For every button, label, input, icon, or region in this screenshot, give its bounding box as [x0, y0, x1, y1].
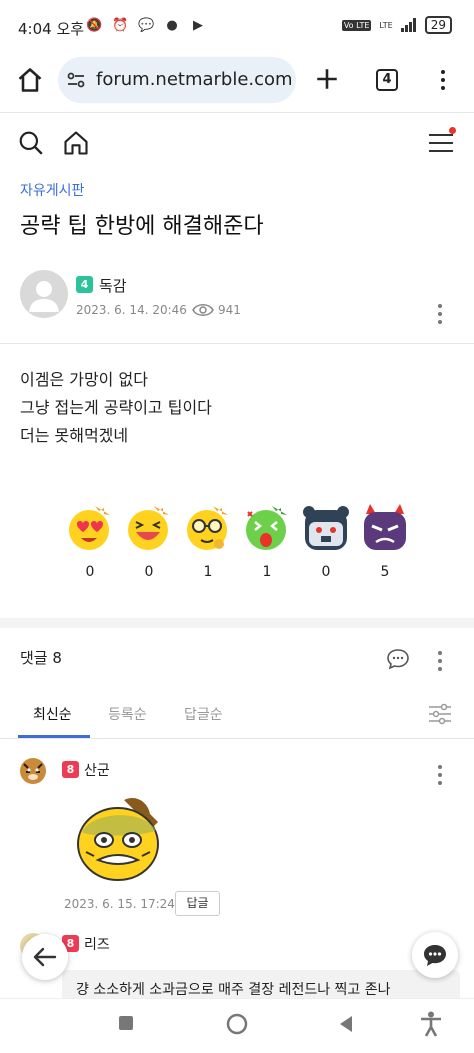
recents-icon[interactable]: [118, 1015, 134, 1031]
commenter-level-badge: 8: [62, 761, 79, 778]
section-separator: [0, 618, 474, 628]
tiger-avatar-icon: [20, 758, 46, 784]
signal-icon: [400, 18, 416, 32]
message-icon: ●: [166, 18, 178, 33]
filter-settings-icon[interactable]: [428, 703, 452, 725]
post-header-divider: [0, 343, 474, 344]
reaction-count: 0: [144, 564, 154, 580]
status-bar: 4:04 오후 🔕 ⏰ 💬 ● ▶ Vo LTE LTE 29: [0, 0, 474, 52]
reaction-sad-bear[interactable]: 0: [296, 500, 356, 590]
tab-registered[interactable]: 등록순: [108, 704, 147, 724]
author-name[interactable]: 독감: [99, 275, 127, 296]
sunglasses-emoji-icon: [187, 506, 228, 550]
reaction-count: 0: [85, 564, 95, 580]
battery-indicator: 29: [424, 16, 452, 34]
sad-bear-emoji-icon: [303, 506, 349, 550]
laughing-emoji-icon: [128, 506, 169, 550]
avatar[interactable]: [20, 270, 68, 318]
back-triangle-icon[interactable]: [338, 1015, 354, 1033]
comment-date: 2023. 6. 15. 17:24: [64, 897, 175, 911]
reply-button[interactable]: 답글: [175, 891, 220, 916]
board-category-link[interactable]: 자유게시판: [20, 180, 84, 200]
view-count: 941: [218, 303, 241, 317]
heart-eyes-emoji-icon: [69, 506, 110, 550]
browser-menu-icon[interactable]: [440, 70, 446, 92]
nervous-emoji-sticker-icon: [77, 797, 159, 881]
views-eye-icon: [192, 304, 214, 316]
comment-item: 8 산군 2023. 6. 15. 17:24 답글: [20, 758, 460, 918]
body-line: 그냥 접는게 공략이고 팁이다: [20, 398, 212, 417]
tab-replies[interactable]: 답글순: [184, 704, 223, 724]
alarm-icon: ⏰: [112, 18, 129, 33]
browser-toolbar: forum.netmarble.com/ 4: [0, 52, 474, 108]
comment-item: 8 리즈 걍 소소하게 소과금으로 매주 결장 레전드나 찍고 존나: [20, 933, 460, 1004]
comment-write-icon[interactable]: [386, 647, 410, 671]
url-text: forum.netmarble.com/: [96, 69, 292, 90]
system-nav-bar: [0, 998, 474, 1053]
commenter-name[interactable]: 리즈: [84, 934, 110, 954]
site-settings-icon[interactable]: [66, 70, 86, 90]
talk-icon: 💬: [138, 18, 155, 33]
reaction-count: 1: [262, 564, 272, 580]
comments-more-icon[interactable]: [437, 651, 443, 673]
comment-more-icon[interactable]: [437, 765, 443, 787]
reaction-count: 0: [321, 564, 331, 580]
author-level-badge: 4: [76, 276, 93, 293]
reaction-count: 5: [380, 564, 390, 580]
status-notification-icons: 🔕 ⏰ 💬 ● ▶: [86, 18, 206, 34]
address-bar[interactable]: forum.netmarble.com/: [58, 57, 296, 103]
accessibility-icon[interactable]: [420, 1011, 442, 1037]
post-body: 이겜은 가망이 없다 그냥 접는게 공략이고 팁이다 더는 못해먹겠네: [20, 366, 212, 450]
reaction-angry[interactable]: 5: [355, 500, 415, 590]
hamburger-menu-icon[interactable]: [428, 132, 454, 154]
post-author-block: 4 독감 2023. 6. 14. 20:46 941: [20, 270, 460, 324]
home-circle-icon[interactable]: [226, 1013, 248, 1035]
tabs-divider: [0, 738, 474, 739]
reaction-bar: 0 0 1 1 0 5: [60, 500, 414, 590]
body-line: 이겜은 가망이 없다: [20, 370, 148, 389]
default-avatar-icon: [29, 281, 59, 312]
reaction-surprised[interactable]: 1: [237, 500, 297, 590]
commenter-name[interactable]: 산군: [84, 760, 110, 780]
youtube-icon: ▶: [193, 18, 203, 33]
tab-latest[interactable]: 최신순: [33, 704, 72, 724]
post-more-icon[interactable]: [437, 304, 443, 326]
browser-home-icon[interactable]: [16, 66, 44, 94]
body-line: 더는 못해먹겠네: [20, 426, 129, 445]
reaction-heart-eyes[interactable]: 0: [60, 500, 120, 590]
post-title: 공략 팁 한방에 해결해준다: [20, 214, 264, 239]
chat-floating-button[interactable]: [412, 932, 458, 978]
notification-dot: [449, 127, 456, 134]
back-floating-button[interactable]: [22, 934, 68, 980]
status-time: 4:04 오후: [18, 20, 85, 38]
avatar[interactable]: [20, 758, 46, 784]
volte-badge: Vo LTE: [341, 19, 372, 31]
reaction-laughing[interactable]: 0: [119, 500, 179, 590]
mute-icon: 🔕: [86, 18, 103, 33]
site-home-icon[interactable]: [62, 129, 90, 157]
new-tab-icon[interactable]: [314, 66, 340, 92]
site-header: [0, 114, 474, 172]
comment-sort-tabs: 최신순 등록순 답글순: [0, 692, 474, 738]
reaction-sunglasses[interactable]: 1: [178, 500, 238, 590]
angry-emoji-icon: [364, 504, 406, 550]
toolbar-divider: [0, 112, 474, 113]
chat-bubble-icon: [424, 945, 446, 966]
arrow-left-icon: [33, 947, 57, 967]
tab-switcher-button[interactable]: 4: [376, 69, 398, 91]
reaction-count: 1: [203, 564, 213, 580]
lte-label: LTE: [379, 20, 393, 30]
surprised-emoji-icon: [246, 506, 287, 550]
post-date: 2023. 6. 14. 20:46: [76, 303, 187, 317]
comment-count-header: 댓글 8: [20, 649, 62, 667]
search-icon[interactable]: [18, 130, 44, 156]
